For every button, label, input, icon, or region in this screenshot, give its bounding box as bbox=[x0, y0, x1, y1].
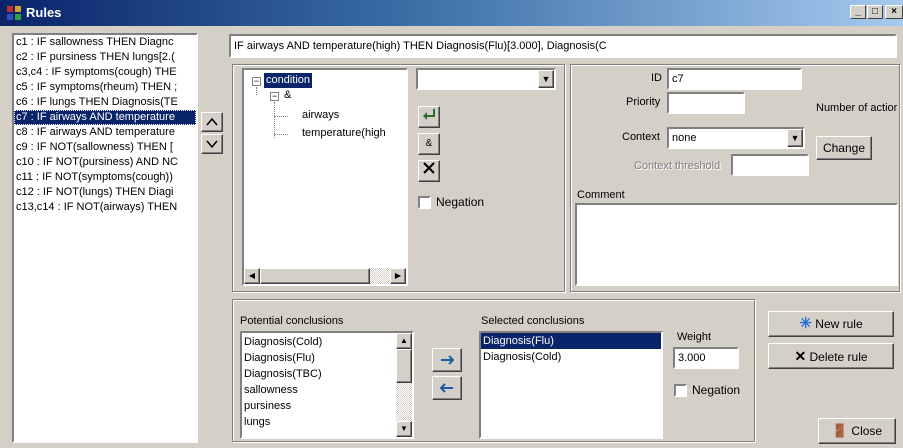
conclusion-negation-checkbox[interactable] bbox=[674, 384, 687, 397]
remove-conclusion-button[interactable] bbox=[432, 376, 462, 400]
condition-combo[interactable]: ▼ bbox=[416, 68, 556, 90]
rules-list[interactable]: c1 : IF sallowness THEN Diagnc c2 : IF pu… bbox=[12, 33, 198, 443]
potential-conclusions-label: Potential conclusions bbox=[240, 315, 344, 327]
new-rule-button[interactable]: ✳ New rule bbox=[768, 311, 894, 337]
selected-conclusions-list[interactable]: Diagnosis(Flu) Diagnosis(Cold) bbox=[479, 331, 663, 439]
context-value: none bbox=[672, 132, 697, 144]
add-and-button[interactable]: & bbox=[418, 133, 440, 155]
title-bar: Rules _ □ × bbox=[0, 0, 903, 26]
close-window-button[interactable]: × bbox=[885, 5, 903, 19]
tree-line bbox=[274, 102, 275, 138]
rule-list-item[interactable]: c5 : IF symptoms(rheum) THEN ; bbox=[14, 80, 196, 95]
id-field[interactable]: c7 bbox=[667, 68, 802, 90]
new-rule-label: New rule bbox=[815, 317, 863, 331]
chevron-up-icon bbox=[206, 117, 218, 126]
tree-line bbox=[256, 87, 257, 95]
tree-line bbox=[274, 116, 288, 117]
weight-field[interactable]: 3.000 bbox=[673, 347, 739, 369]
door-icon: 🚪 bbox=[831, 423, 849, 438]
priority-field[interactable] bbox=[667, 92, 745, 114]
scroll-down-button[interactable]: ▼ bbox=[396, 421, 412, 437]
move-up-button[interactable] bbox=[201, 112, 223, 132]
change-button[interactable]: Change bbox=[816, 136, 872, 160]
minimize-button[interactable]: _ bbox=[850, 5, 866, 19]
rule-list-item[interactable]: c10 : IF NOT(pursiness) AND NC bbox=[14, 155, 196, 170]
app-icon bbox=[6, 5, 22, 21]
window-title: Rules bbox=[26, 5, 62, 20]
context-threshold-label: Context threshold bbox=[634, 160, 721, 172]
delete-rule-label: Delete rule bbox=[809, 350, 868, 364]
enter-button[interactable] bbox=[418, 106, 440, 128]
potential-conclusions-list[interactable]: Diagnosis(Cold) Diagnosis(Flu) Diagnosis(T… bbox=[240, 331, 414, 439]
context-label: Context bbox=[622, 131, 660, 143]
scroll-thumb[interactable] bbox=[260, 268, 370, 284]
rule-list-item[interactable]: c8 : IF airways AND temperature bbox=[14, 125, 196, 140]
negation-label: Negation bbox=[436, 195, 485, 209]
delete-node-button[interactable] bbox=[418, 160, 440, 182]
context-threshold-field[interactable] bbox=[731, 154, 809, 176]
potential-items: Diagnosis(Cold) Diagnosis(Flu) Diagnosis(T… bbox=[242, 334, 394, 430]
rule-list-item[interactable]: c7 : IF airways AND temperature bbox=[14, 110, 196, 125]
weight-label: Weight bbox=[677, 331, 712, 343]
x-icon bbox=[423, 162, 435, 174]
potential-conclusion-item[interactable]: lungs bbox=[242, 414, 394, 430]
selected-conclusions-label: Selected conclusions bbox=[481, 315, 585, 327]
potential-conclusion-item[interactable]: Diagnosis(Cold) bbox=[242, 334, 394, 350]
comment-textarea[interactable] bbox=[575, 203, 898, 286]
scroll-left-button[interactable]: ◀ bbox=[244, 268, 260, 284]
maximize-button[interactable]: □ bbox=[867, 5, 883, 19]
rule-list-item[interactable]: c13,c14 : IF NOT(airways) THEN bbox=[14, 200, 196, 215]
conclusion-negation-label: Negation bbox=[692, 383, 741, 397]
rule-list-item[interactable]: c1 : IF sallowness THEN Diagnc bbox=[14, 35, 196, 50]
tree-leaf-temperature[interactable]: temperature(high bbox=[302, 126, 386, 141]
scroll-right-button[interactable]: ▶ bbox=[390, 268, 406, 284]
tree-and-node[interactable]: & bbox=[284, 88, 291, 103]
tree-hscrollbar[interactable]: ◀ ▶ bbox=[244, 268, 406, 284]
condition-tree[interactable]: − condition − & airways temperature(high… bbox=[242, 68, 408, 286]
asterisk-icon: ✳ bbox=[799, 315, 812, 332]
rule-list-item[interactable]: c6 : IF lungs THEN Diagnosis(TE bbox=[14, 95, 196, 110]
add-conclusion-button[interactable] bbox=[432, 348, 462, 372]
negation-checkbox[interactable] bbox=[418, 196, 431, 209]
delete-rule-button[interactable]: ✕ Delete rule bbox=[768, 343, 894, 369]
rule-list-item[interactable]: c9 : IF NOT(sallowness) THEN [ bbox=[14, 140, 196, 155]
potential-vscrollbar[interactable]: ▲ ▼ bbox=[396, 333, 412, 437]
rule-list-item[interactable]: c2 : IF pursiness THEN lungs[2.( bbox=[14, 50, 196, 65]
potential-conclusion-item[interactable]: Diagnosis(Flu) bbox=[242, 350, 394, 366]
move-down-button[interactable] bbox=[201, 134, 223, 154]
close-label: Close bbox=[851, 424, 883, 438]
selected-conclusion-item[interactable]: Diagnosis(Cold) bbox=[481, 349, 661, 365]
combo-arrow-icon[interactable]: ▼ bbox=[787, 129, 803, 147]
potential-conclusion-item[interactable]: sallowness bbox=[242, 382, 394, 398]
context-combo[interactable]: none ▼ bbox=[667, 127, 805, 149]
tree-collapse-icon[interactable]: − bbox=[270, 92, 279, 101]
scroll-up-button[interactable]: ▲ bbox=[396, 333, 412, 349]
arrow-right-icon bbox=[441, 355, 455, 365]
rule-list-item[interactable]: c11 : IF NOT(symptoms(cough)) bbox=[14, 170, 196, 185]
tree-collapse-icon[interactable]: − bbox=[252, 77, 261, 86]
close-button[interactable]: 🚪 Close bbox=[818, 418, 896, 444]
priority-label: Priority bbox=[626, 96, 661, 108]
chevron-down-icon bbox=[206, 140, 218, 149]
selected-conclusion-item[interactable]: Diagnosis(Flu) bbox=[481, 333, 661, 349]
tree-root-node[interactable]: condition bbox=[264, 73, 313, 88]
combo-arrow-icon[interactable]: ▼ bbox=[538, 70, 554, 88]
scroll-thumb[interactable] bbox=[396, 349, 412, 383]
potential-conclusion-item[interactable]: Diagnosis(TBC) bbox=[242, 366, 394, 382]
rule-list-item[interactable]: c3,c4 : IF symptoms(cough) THE bbox=[14, 65, 196, 80]
enter-arrow-icon bbox=[423, 109, 435, 120]
number-of-actions-label: Number of actior bbox=[816, 102, 898, 114]
x-icon: ✕ bbox=[794, 348, 807, 364]
rule-text-field[interactable]: IF airways AND temperature(high) THEN Di… bbox=[229, 34, 897, 58]
rule-list-item[interactable]: c12 : IF NOT(lungs) THEN Diagi bbox=[14, 185, 196, 200]
potential-conclusion-item[interactable]: pursiness bbox=[242, 398, 394, 414]
tree-leaf-airways[interactable]: airways bbox=[302, 108, 339, 123]
tree-line bbox=[274, 134, 288, 135]
comment-label: Comment bbox=[577, 189, 625, 201]
arrow-left-icon bbox=[439, 383, 453, 393]
id-label: ID bbox=[651, 72, 662, 84]
